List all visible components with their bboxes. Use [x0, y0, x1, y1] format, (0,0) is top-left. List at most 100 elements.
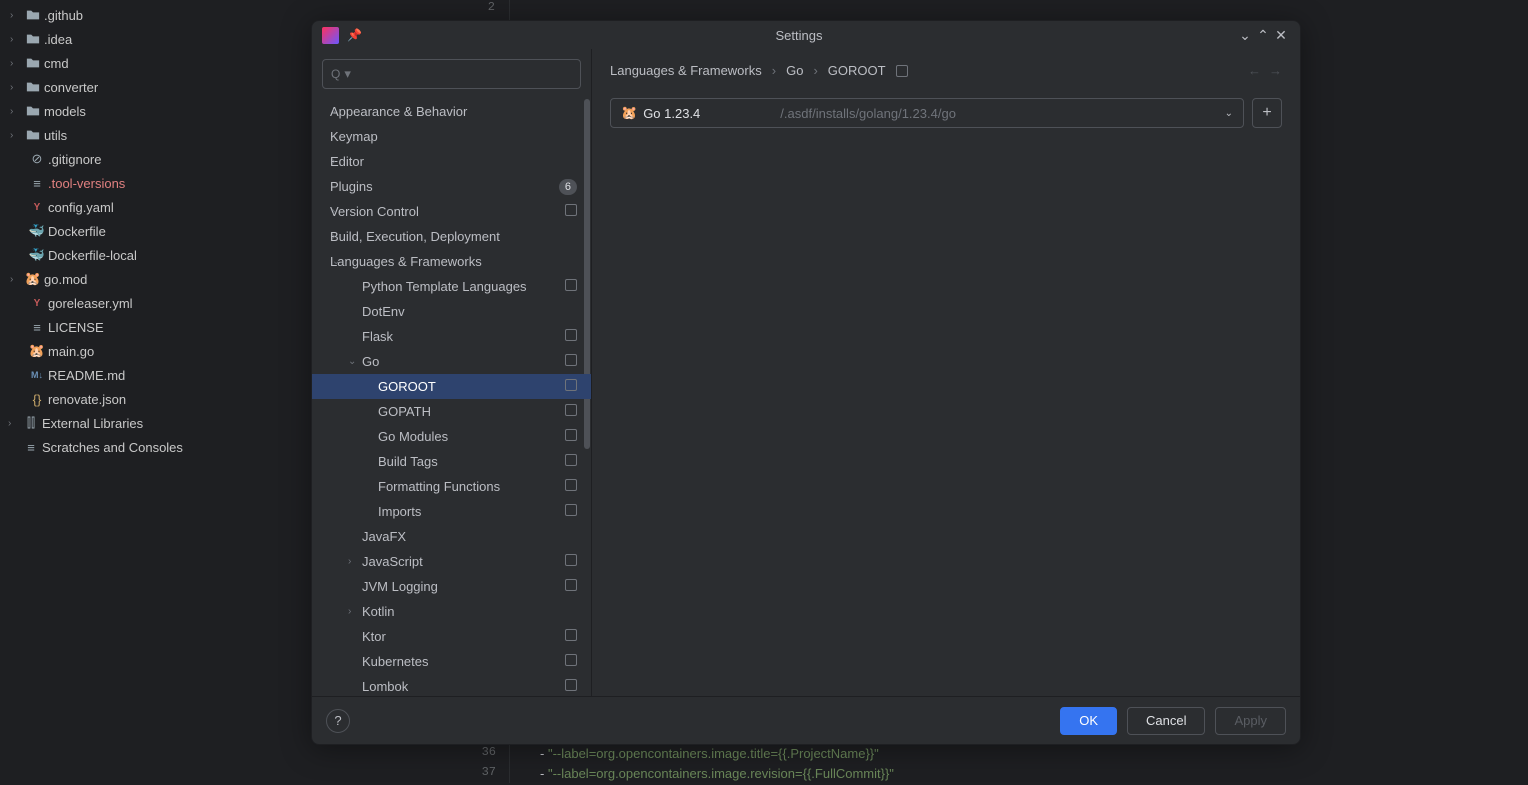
settings-tree-item[interactable]: GOROOT [312, 374, 591, 399]
close-icon[interactable]: ✕ [1272, 27, 1290, 44]
tree-item[interactable]: {}renovate.json [0, 387, 310, 411]
code-line: - "--label=org.opencontainers.image.titl… [540, 745, 894, 765]
settings-tree-item[interactable]: Imports [312, 499, 591, 524]
settings-tree-item[interactable]: Python Template Languages [312, 274, 591, 299]
text-icon: ≡ [28, 320, 46, 335]
tree-item[interactable]: › models [0, 99, 310, 123]
docker-icon: 🐳 [28, 223, 46, 239]
minimize-icon[interactable]: ⌄ [1236, 27, 1254, 44]
external-libraries[interactable]: › ⫿⫿ External Libraries [0, 411, 310, 435]
settings-item-label: Go [362, 354, 379, 369]
tree-item[interactable]: ›.idea [0, 27, 310, 51]
tree-item[interactable]: ⊘.gitignore [0, 147, 310, 171]
external-libraries-label: External Libraries [40, 416, 143, 431]
settings-search-input[interactable]: Q ▾ [322, 59, 581, 89]
breadcrumb-item[interactable]: Languages & Frameworks [610, 63, 762, 78]
tree-item[interactable]: 🐹main.go [0, 339, 310, 363]
project-scope-icon [565, 354, 577, 369]
tree-item[interactable]: ›converter [0, 75, 310, 99]
settings-tree-item[interactable]: Formatting Functions [312, 474, 591, 499]
go-sdk-select[interactable]: 🐹 Go 1.23.4 /.asdf/installs/golang/1.23.… [610, 98, 1244, 128]
pin-icon[interactable]: 📌 [347, 28, 362, 42]
folder-icon [24, 128, 42, 142]
settings-tree-item[interactable]: ›Editor [312, 149, 591, 174]
settings-item-label: Languages & Frameworks [330, 254, 482, 269]
settings-tree-item[interactable]: GOPATH [312, 399, 591, 424]
settings-tree-item[interactable]: Lombok [312, 674, 591, 696]
folder-icon [24, 80, 42, 94]
apply-button: Apply [1215, 707, 1286, 735]
tree-item-label: .idea [42, 32, 72, 47]
settings-tree-item[interactable]: Go Modules [312, 424, 591, 449]
docker-icon: 🐳 [28, 247, 46, 263]
scratches-label: Scratches and Consoles [40, 440, 183, 455]
project-scope-icon [565, 579, 577, 594]
settings-tree-item[interactable]: Kubernetes [312, 649, 591, 674]
project-scope-icon [565, 654, 577, 669]
settings-content: Languages & Frameworks › Go › GOROOT ← →… [592, 49, 1300, 696]
nav-forward-icon[interactable]: → [1269, 63, 1282, 78]
tree-item[interactable]: 🐳Dockerfile [0, 219, 310, 243]
chevron-icon: › [332, 206, 344, 217]
tree-item-label: utils [42, 128, 67, 143]
tree-item[interactable]: ≡LICENSE [0, 315, 310, 339]
tree-item[interactable]: Yconfig.yaml [0, 195, 310, 219]
maximize-icon[interactable]: ⌃ [1254, 27, 1272, 44]
tree-item[interactable]: ≡.tool-versions [0, 171, 310, 195]
settings-tree-item[interactable]: Keymap [312, 124, 591, 149]
folder-icon [24, 56, 42, 70]
chevron-icon: › [332, 231, 344, 242]
settings-tree-item[interactable]: ›Build, Execution, Deployment [312, 224, 591, 249]
settings-tree-item[interactable]: ›Kotlin [312, 599, 591, 624]
project-scope-icon [565, 554, 577, 569]
breadcrumb-item[interactable]: Go [786, 63, 803, 78]
ok-button[interactable]: OK [1060, 707, 1117, 735]
settings-item-label: Formatting Functions [378, 479, 500, 494]
breadcrumb-current: GOROOT [828, 63, 886, 78]
help-button[interactable]: ? [326, 709, 350, 733]
project-tree[interactable]: ›.github›.idea›cmd›converter›models›util… [0, 0, 310, 783]
text-icon: ≡ [28, 176, 46, 191]
tree-item-label: models [42, 104, 86, 119]
settings-item-label: Ktor [362, 629, 386, 644]
nav-back-icon[interactable]: ← [1248, 63, 1261, 78]
scratches-consoles[interactable]: ≡ Scratches and Consoles [0, 435, 310, 459]
gomod-icon: 🐹 [24, 271, 42, 287]
settings-tree-item[interactable]: ›Appearance & Behavior [312, 99, 591, 124]
chevron-icon: › [10, 82, 24, 93]
modal-titlebar[interactable]: 📌 Settings ⌄ ⌃ ✕ [312, 21, 1300, 49]
settings-tree-item[interactable]: Plugins6 [312, 174, 591, 199]
yaml-icon: Y [28, 202, 46, 213]
settings-item-label: Kubernetes [362, 654, 429, 669]
add-sdk-button[interactable]: + [1252, 98, 1282, 128]
settings-tree-item[interactable]: Ktor [312, 624, 591, 649]
settings-tree-item[interactable]: ›Version Control [312, 199, 591, 224]
sdk-name: Go 1.23.4 [643, 106, 700, 121]
settings-item-label: JavaScript [362, 554, 423, 569]
settings-tree-item[interactable]: ›JavaScript [312, 549, 591, 574]
tree-item[interactable]: Ygoreleaser.yml [0, 291, 310, 315]
tree-item[interactable]: ›utils [0, 123, 310, 147]
tree-item[interactable]: 🐳Dockerfile-local [0, 243, 310, 267]
settings-tree[interactable]: ›Appearance & BehaviorKeymap›EditorPlugi… [312, 99, 591, 696]
settings-tree-item[interactable]: Flask [312, 324, 591, 349]
settings-tree-item[interactable]: JVM Logging [312, 574, 591, 599]
chevron-right-icon: › [772, 63, 776, 78]
md-icon: M↓ [28, 370, 46, 380]
library-icon: ⫿⫿ [22, 415, 40, 431]
chevron-icon: › [332, 106, 344, 117]
settings-tree-item[interactable]: JavaFX [312, 524, 591, 549]
tree-item-label: .tool-versions [46, 176, 125, 191]
cancel-button[interactable]: Cancel [1127, 707, 1205, 735]
chevron-icon: › [10, 106, 24, 117]
settings-tree-item[interactable]: Build Tags [312, 449, 591, 474]
settings-tree-item[interactable]: ⌄Languages & Frameworks [312, 249, 591, 274]
settings-tree-item[interactable]: ⌄Go [312, 349, 591, 374]
tree-item[interactable]: ›.github [0, 3, 310, 27]
settings-tree-item[interactable]: DotEnv [312, 299, 591, 324]
project-scope-icon [565, 679, 577, 694]
tree-item[interactable]: ›cmd [0, 51, 310, 75]
tree-item[interactable]: ›🐹go.mod [0, 267, 310, 291]
folder-icon [24, 32, 42, 46]
tree-item[interactable]: M↓README.md [0, 363, 310, 387]
